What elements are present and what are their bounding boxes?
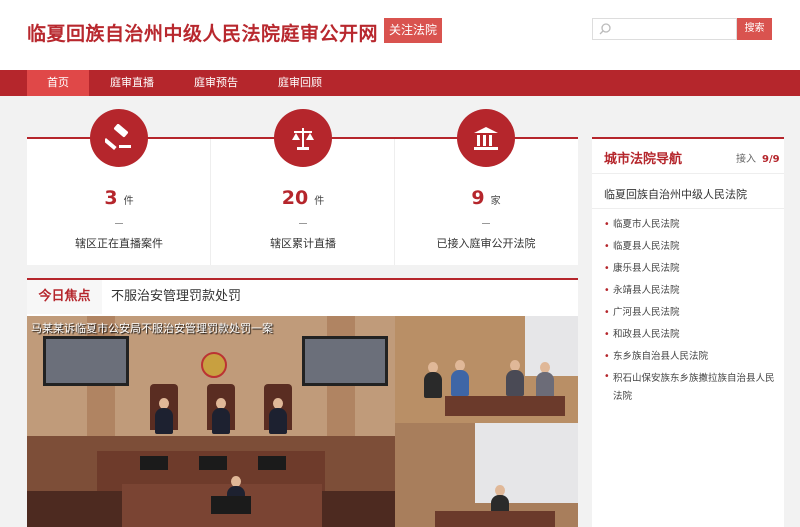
divider [592,208,784,209]
party-figure [506,370,524,396]
nav-live[interactable]: 庭审直播 [100,70,164,96]
main-nav: 首页 庭审直播 庭审预告 庭审回顾 [0,70,800,96]
video-case-caption: 马某某诉临夏市公安局不服治安管理罚款处罚一案 [31,322,273,335]
national-emblem [201,352,227,378]
stat-icon-circle [90,109,148,167]
judge-figure [212,408,230,434]
follow-court-button[interactable]: 关注法院 [384,18,442,43]
connected-count: 接入 9/9 [736,154,780,165]
nav-preview[interactable]: 庭审预告 [184,70,248,96]
stat-value: 9家 [471,187,501,209]
court-link[interactable]: 广河县人民法院 [604,302,780,324]
judge-figure [269,408,287,434]
search-input[interactable] [615,20,733,38]
party-desk [445,396,565,416]
bench-monitor [258,456,286,470]
courtroom-screen [43,336,129,386]
video-camera-defendant [395,423,578,527]
court-link[interactable]: 永靖县人民法院 [604,280,780,302]
court-link[interactable]: 临夏市人民法院 [604,214,780,236]
party-figure [536,372,554,398]
court-link[interactable]: 东乡族自治县人民法院 [604,346,780,368]
site-title[interactable]: 临夏回族自治州中级人民法院庭审公开网 [27,19,378,46]
courtroom-window [525,316,578,376]
stat-value: 20 件 [281,187,325,209]
search-button[interactable]: 搜索 [737,18,772,40]
courtroom-window [475,423,578,503]
court-navigation-sidebar: 城市法院导航 接入9/9 临夏回族自治州中级人民法院 临夏市人民法院 临夏县人民… [592,137,784,527]
stat-value: 3件 [104,187,134,209]
bench-monitor [140,456,168,470]
bench-monitor [199,456,227,470]
nav-review[interactable]: 庭审回顾 [268,70,332,96]
today-focus-panel: 今日焦点 不服治安管理罚款处罚 马某某诉临夏市公安局不服治安管理罚款处罚一案 [27,278,578,527]
party-desk [435,511,555,527]
scales-icon [292,128,314,150]
stat-connected-courts[interactable]: 9家 已接入庭审公开法院 [394,109,578,265]
court-list: 临夏市人民法院 临夏县人民法院 康乐县人民法院 永靖县人民法院 广河县人民法院 … [604,214,780,406]
search-icon [599,23,611,35]
court-link[interactable]: 积石山保安族东乡族撒拉族自治县人民法院 [604,368,780,406]
sidebar-title: 城市法院导航 [604,152,683,167]
sidebar-item-intermediate-court[interactable]: 临夏回族自治州中级人民法院 [604,186,747,202]
stat-label: 辖区累计直播 [270,237,336,250]
focus-tag: 今日焦点 [27,280,102,314]
stat-total-live[interactable]: 20 件 辖区累计直播 [211,109,395,265]
court-link[interactable]: 临夏县人民法院 [604,236,780,258]
trial-video-player[interactable]: 马某某诉临夏市公安局不服治安管理罚款处罚一案 [27,316,578,527]
nav-home[interactable]: 首页 [27,70,89,96]
stat-divider [299,223,307,224]
judge-figure [155,408,173,434]
courthouse-icon [474,127,498,150]
clerk-monitor [211,496,251,514]
stat-label: 已接入庭审公开法院 [436,237,536,250]
party-figure [424,372,442,398]
stat-label: 辖区正在直播案件 [75,237,163,250]
courtroom-screen [302,336,388,386]
court-link[interactable]: 和政县人民法院 [604,324,780,346]
search-box[interactable] [592,18,737,40]
stats-panel: 3件 辖区正在直播案件 20 件 辖区累计直播 9 家 已接入庭审公开法院 [27,109,578,265]
focus-case-title[interactable]: 不服治安管理罚款处罚 [111,280,241,314]
court-link[interactable]: 康乐县人民法院 [604,258,780,280]
video-main-camera: 马某某诉临夏市公安局不服治安管理罚款处罚一案 [27,316,395,527]
focus-header: 今日焦点 不服治安管理罚款处罚 [27,280,578,314]
stat-icon-circle [274,109,332,167]
party-figure [451,370,469,396]
stat-divider [115,223,123,224]
stat-live-cases[interactable]: 3件 辖区正在直播案件 [27,109,211,265]
video-camera-parties [395,316,578,423]
divider [592,173,784,174]
stat-icon-circle [457,109,515,167]
gavel-icon [105,124,131,151]
site-header: 临夏回族自治州中级人民法院庭审公开网 关注法院 搜索 [0,0,800,70]
stat-divider [482,223,490,224]
